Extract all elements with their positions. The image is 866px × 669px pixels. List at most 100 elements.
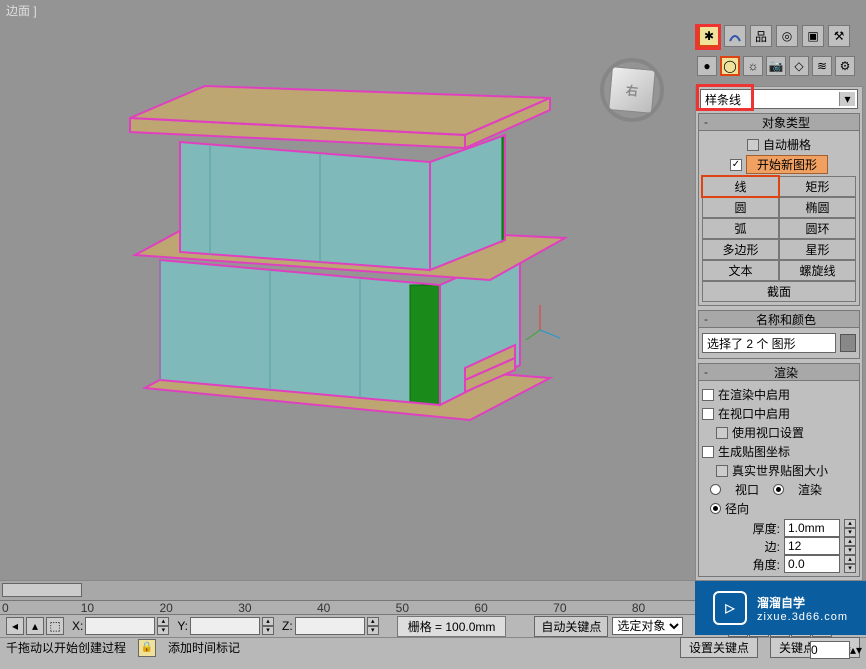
utilities-tab[interactable]: ⚒ bbox=[828, 25, 850, 47]
render-rollout-header[interactable]: - 渲染 bbox=[698, 363, 860, 381]
shape-buttons-grid: 线 矩形 圆 椭圆 弧 圆环 多边形 星形 文本 螺旋线 截面 bbox=[702, 176, 856, 302]
enable-render-checkbox[interactable] bbox=[702, 389, 714, 401]
angle-input[interactable] bbox=[784, 555, 840, 573]
thickness-input[interactable] bbox=[784, 519, 840, 537]
helpers-subtab[interactable]: ◇ bbox=[789, 56, 809, 76]
lock-icon[interactable]: 🔒 bbox=[138, 639, 156, 657]
viewport-radio-label: 视口 bbox=[735, 481, 759, 498]
play-icon: ▷ bbox=[713, 591, 747, 625]
x-input[interactable] bbox=[85, 617, 155, 635]
collapse-icon: - bbox=[699, 312, 713, 326]
rectangle-button[interactable]: 矩形 bbox=[779, 176, 856, 197]
geometry-subtab[interactable]: ● bbox=[697, 56, 717, 76]
watermark-url: zixue.3d66.com bbox=[757, 611, 848, 623]
nav-up-button[interactable]: ▴ bbox=[26, 617, 44, 635]
hierarchy-tab[interactable]: 品 bbox=[750, 25, 772, 47]
x-spinner[interactable]: ▴▾ bbox=[157, 617, 169, 635]
spacewarps-subtab[interactable]: ≋ bbox=[812, 56, 832, 76]
sides-spinner[interactable]: ▴▾ bbox=[844, 537, 856, 555]
create-tab[interactable]: ✱ bbox=[698, 25, 720, 47]
arc-icon bbox=[728, 29, 742, 43]
startnewshape-label: 开始新图形 bbox=[746, 155, 828, 174]
lights-subtab[interactable]: ☼ bbox=[743, 56, 763, 76]
star-icon: ✱ bbox=[704, 29, 714, 43]
command-panel: 样条线 ▾ - 对象类型 自动栅格 开始新图形 线 矩形 圆 椭圆 弧 圆环 多… bbox=[695, 86, 863, 586]
autokey-button[interactable]: 自动关键点 bbox=[534, 616, 608, 637]
use-viewport-settings-label: 使用视口设置 bbox=[732, 424, 804, 441]
watermark-brand: 溜溜自学 bbox=[757, 596, 805, 610]
status-bar: 千拖动以开始创建过程 🔒 添加时间标记 设置关键点 关键点过滤器 bbox=[0, 637, 866, 657]
startnewshape-checkbox[interactable] bbox=[730, 159, 742, 171]
star-button[interactable]: 星形 bbox=[779, 239, 856, 260]
sides-input[interactable] bbox=[784, 537, 840, 555]
ellipse-button[interactable]: 椭圆 bbox=[779, 197, 856, 218]
enable-viewport-checkbox[interactable] bbox=[702, 408, 714, 420]
systems-subtab[interactable]: ⚙ bbox=[835, 56, 855, 76]
nav-prev-button[interactable]: ◂ bbox=[6, 617, 24, 635]
thickness-spinner[interactable]: ▴▾ bbox=[844, 519, 856, 537]
object-type-rollout: 自动栅格 开始新图形 线 矩形 圆 椭圆 弧 圆环 多边形 星形 文本 螺旋线 … bbox=[698, 131, 860, 306]
shapes-subtab[interactable]: ◯ bbox=[720, 56, 740, 76]
y-spinner[interactable]: ▴▾ bbox=[262, 617, 274, 635]
object-name-field[interactable] bbox=[702, 333, 836, 353]
z-spinner[interactable]: ▴▾ bbox=[367, 617, 379, 635]
current-frame: ▴▾ bbox=[810, 641, 862, 659]
use-viewport-settings-checkbox bbox=[716, 427, 728, 439]
name-color-rollout-header[interactable]: - 名称和颜色 bbox=[698, 310, 860, 328]
line-button[interactable]: 线 bbox=[702, 176, 779, 197]
z-input[interactable] bbox=[295, 617, 365, 635]
grid-info: 栅格 = 100.0mm bbox=[397, 616, 507, 637]
sides-label: 边: bbox=[765, 538, 780, 555]
arc-button[interactable]: 弧 bbox=[702, 218, 779, 239]
helper-icon: ◇ bbox=[794, 59, 803, 73]
display-icon: ▣ bbox=[807, 29, 818, 43]
helix-button[interactable]: 螺旋线 bbox=[779, 260, 856, 281]
radial-label: 径向 bbox=[725, 500, 749, 517]
radial-radio[interactable] bbox=[710, 503, 721, 514]
rollout-title: 渲染 bbox=[713, 364, 859, 381]
motion-tab[interactable]: ◎ bbox=[776, 25, 798, 47]
z-label: Z: bbox=[282, 619, 293, 633]
donut-button[interactable]: 圆环 bbox=[779, 218, 856, 239]
hammer-icon: ⚒ bbox=[834, 29, 845, 43]
sphere-icon: ● bbox=[703, 59, 710, 73]
viewport-title: 边面 ] bbox=[0, 0, 43, 21]
x-label: X: bbox=[72, 619, 83, 633]
ngon-button[interactable]: 多边形 bbox=[702, 239, 779, 260]
chevron-down-icon: ▾ bbox=[839, 92, 855, 106]
viewport-radio[interactable] bbox=[710, 484, 721, 495]
modify-tab[interactable] bbox=[724, 25, 746, 47]
current-frame-input[interactable] bbox=[810, 641, 850, 659]
motion-icon: ◎ bbox=[782, 29, 792, 43]
object-type-rollout-header[interactable]: - 对象类型 bbox=[698, 113, 860, 131]
viewport[interactable]: 边面 ] 右 bbox=[0, 0, 692, 580]
gen-map-coords-checkbox[interactable] bbox=[702, 446, 714, 458]
color-swatch[interactable] bbox=[840, 334, 856, 352]
cameras-subtab[interactable]: 📷 bbox=[766, 56, 786, 76]
angle-spinner[interactable]: ▴▾ bbox=[844, 555, 856, 573]
display-tab[interactable]: ▣ bbox=[802, 25, 824, 47]
text-button[interactable]: 文本 bbox=[702, 260, 779, 281]
collapse-icon: - bbox=[699, 365, 713, 379]
gear-icon: ⚙ bbox=[840, 59, 851, 73]
y-label: Y: bbox=[177, 619, 188, 633]
viewcube-face[interactable]: 右 bbox=[608, 66, 656, 114]
render-radio-label: 渲染 bbox=[798, 481, 822, 498]
nav-selset-button[interactable]: ⬚ bbox=[46, 617, 64, 635]
viewcube[interactable]: 右 bbox=[602, 60, 662, 120]
hierarchy-icon: 品 bbox=[755, 28, 767, 45]
enable-viewport-label: 在视口中启用 bbox=[718, 405, 790, 422]
shape-category-dropdown[interactable]: 样条线 ▾ bbox=[700, 89, 858, 109]
circle-button[interactable]: 圆 bbox=[702, 197, 779, 218]
key-selection-dropdown[interactable]: 选定对象 bbox=[612, 617, 683, 635]
render-radio[interactable] bbox=[773, 484, 784, 495]
section-button[interactable]: 截面 bbox=[702, 281, 856, 302]
set-key-button[interactable]: 设置关键点 bbox=[680, 637, 758, 658]
frame-spinner[interactable]: ▴▾ bbox=[850, 643, 862, 657]
y-input[interactable] bbox=[190, 617, 260, 635]
dropdown-value: 样条线 bbox=[705, 91, 741, 108]
autogrid-label: 自动栅格 bbox=[763, 136, 811, 153]
realworld-map-label: 真实世界贴图大小 bbox=[732, 462, 828, 479]
add-time-tag[interactable]: 添加时间标记 bbox=[168, 639, 240, 656]
time-slider-thumb[interactable] bbox=[2, 583, 82, 597]
